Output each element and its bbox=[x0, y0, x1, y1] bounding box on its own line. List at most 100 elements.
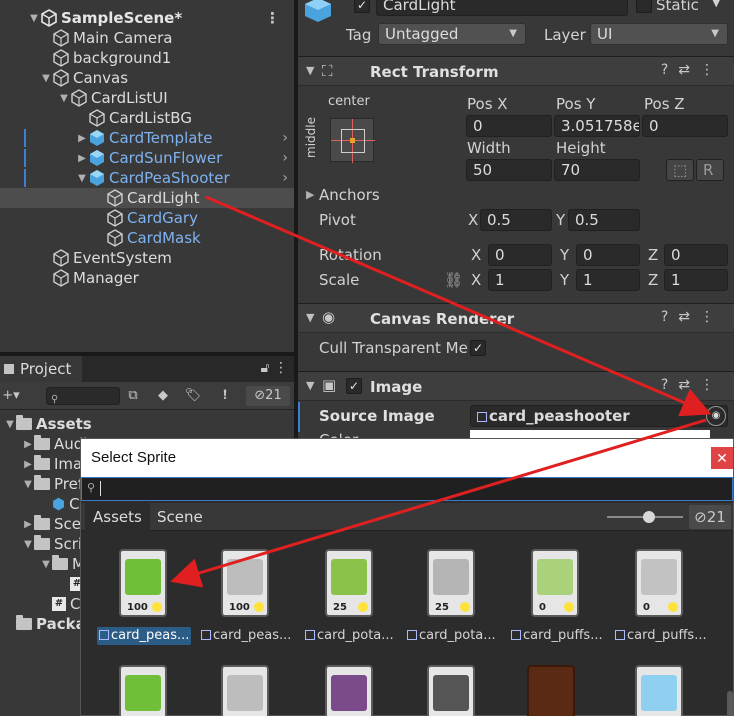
fold-arrow-icon[interactable]: ▶ bbox=[22, 459, 34, 470]
fold-arrow-icon[interactable]: ▼ bbox=[306, 64, 314, 77]
add-button[interactable]: +▾ bbox=[0, 386, 22, 406]
fold-arrow-icon[interactable]: ▼ bbox=[22, 479, 34, 490]
sprite-search-input[interactable]: ⚲ bbox=[81, 477, 733, 501]
pos-y-field[interactable]: 3.051758e bbox=[554, 115, 640, 137]
height-field[interactable]: 70 bbox=[554, 159, 640, 181]
lock-icon[interactable]: 🔓︎ ⋮ bbox=[260, 360, 288, 376]
tab-scene[interactable]: Scene bbox=[149, 503, 211, 531]
sprite-card[interactable] bbox=[221, 665, 269, 716]
hierarchy-item[interactable]: CardMask bbox=[0, 228, 294, 248]
pivot-y-field[interactable]: 0.5 bbox=[568, 209, 640, 231]
tab-project[interactable]: Project bbox=[0, 356, 82, 382]
label-filter-icon[interactable]: 🏷︎ bbox=[182, 386, 204, 406]
chevron-right-icon[interactable]: › bbox=[282, 170, 288, 186]
pivot-x-field[interactable]: 0.5 bbox=[480, 209, 552, 231]
fold-arrow-icon[interactable]: ▼ bbox=[40, 559, 52, 570]
close-icon[interactable]: ✕ bbox=[711, 447, 733, 469]
anchor-presets-button[interactable] bbox=[330, 118, 375, 163]
fold-arrow-icon[interactable]: ▶ bbox=[76, 133, 88, 144]
cull-transparent-checkbox[interactable]: ✓ bbox=[470, 340, 486, 356]
chevron-right-icon[interactable]: › bbox=[282, 150, 288, 166]
anchors-label[interactable]: Anchors bbox=[319, 186, 380, 204]
scale-y-field[interactable]: 1 bbox=[576, 269, 640, 291]
hierarchy-item[interactable]: Main Camera bbox=[0, 28, 294, 48]
pos-x-field[interactable]: 0 bbox=[466, 115, 552, 137]
raw-edit-button[interactable]: R bbox=[696, 159, 724, 181]
blueprint-mode-button[interactable]: ⬚ bbox=[666, 159, 694, 181]
project-search-input[interactable]: ⚲ bbox=[46, 387, 120, 405]
fold-arrow-icon[interactable]: ▶ bbox=[22, 519, 34, 530]
fold-arrow-icon[interactable]: ▼ bbox=[40, 73, 52, 84]
component-menu-icons[interactable]: ?⇄⋮ bbox=[661, 62, 724, 78]
hierarchy-item[interactable]: ▶ CardTemplate › bbox=[0, 128, 294, 148]
layer-dropdown[interactable]: UI ▼ bbox=[590, 23, 728, 45]
type-filter-icon[interactable]: ◆ bbox=[152, 386, 174, 406]
tag-dropdown[interactable]: Untagged ▼ bbox=[378, 23, 526, 45]
scroll-thumb[interactable] bbox=[727, 691, 733, 716]
sprite-card[interactable]: 100 bbox=[119, 549, 167, 617]
fold-arrow-icon[interactable]: ▶ bbox=[306, 188, 314, 201]
image-component-header[interactable]: ▼ ▣ ✓ Image ?⇄⋮ bbox=[298, 371, 734, 401]
width-field[interactable]: 50 bbox=[466, 159, 552, 181]
rotation-y-field[interactable]: 0 bbox=[576, 244, 640, 266]
sprite-label[interactable]: card_peas... bbox=[97, 627, 192, 645]
sprite-card[interactable] bbox=[119, 665, 167, 716]
sprite-card[interactable]: 25 bbox=[427, 549, 475, 617]
static-dropdown-arrow-icon[interactable]: ▼ bbox=[712, 0, 720, 9]
warning-icon[interactable]: ❗︎ bbox=[214, 386, 236, 406]
slider-knob[interactable] bbox=[642, 511, 655, 523]
sprite-card[interactable]: 0 bbox=[531, 549, 579, 617]
hierarchy-item[interactable]: background1 bbox=[0, 48, 294, 68]
fold-arrow-icon[interactable]: ▼ bbox=[4, 419, 16, 430]
sprite-label[interactable]: card_puffs... bbox=[509, 627, 605, 645]
rect-transform-header[interactable]: ▼ ⛶ Rect Transform ?⇄⋮ bbox=[298, 56, 734, 86]
hidden-packages-button[interactable]: ⊘21 bbox=[689, 505, 731, 529]
sprite-scrollbar[interactable] bbox=[727, 531, 733, 716]
source-image-field[interactable]: card_peashooter bbox=[470, 405, 728, 427]
active-checkbox[interactable]: ✓ bbox=[354, 0, 370, 13]
sprite-card[interactable]: 25 bbox=[325, 549, 373, 617]
canvas-renderer-header[interactable]: ▼ ◉ Canvas Renderer ?⇄⋮ bbox=[298, 303, 734, 333]
hierarchy-item[interactable]: ▼ CardListUI bbox=[0, 88, 294, 108]
fold-arrow-icon[interactable]: ▶ bbox=[76, 153, 88, 164]
sprite-label[interactable]: card_peas... bbox=[199, 627, 293, 645]
pos-z-field[interactable]: 0 bbox=[642, 115, 728, 137]
hidden-packages-button[interactable]: ⊘21 bbox=[246, 386, 290, 406]
icon-size-slider[interactable] bbox=[607, 511, 683, 523]
fold-arrow-icon[interactable]: ▼ bbox=[28, 13, 40, 24]
hierarchy-item[interactable]: EventSystem bbox=[0, 248, 294, 268]
rotation-x-field[interactable]: 0 bbox=[488, 244, 552, 266]
component-menu-icons[interactable]: ?⇄⋮ bbox=[661, 309, 724, 325]
sprite-card[interactable] bbox=[427, 665, 475, 716]
sprite-card[interactable] bbox=[325, 665, 373, 716]
fold-arrow-icon[interactable]: ▼ bbox=[306, 379, 314, 392]
chevron-right-icon[interactable]: › bbox=[282, 130, 288, 146]
hierarchy-item[interactable]: ▶ CardSunFlower › bbox=[0, 148, 294, 168]
sprite-card[interactable]: 100 bbox=[221, 549, 269, 617]
hierarchy-item[interactable]: CardGary bbox=[0, 208, 294, 228]
sprite-card[interactable] bbox=[635, 665, 683, 716]
fold-arrow-icon[interactable]: ▶ bbox=[22, 439, 34, 450]
object-name-field[interactable]: CardLight bbox=[376, 0, 628, 16]
object-picker-icon[interactable]: ◉ bbox=[706, 406, 726, 426]
sprite-card[interactable] bbox=[527, 665, 575, 716]
component-menu-icons[interactable]: ?⇄⋮ bbox=[661, 377, 724, 393]
fold-arrow-icon[interactable]: ▼ bbox=[306, 311, 314, 324]
hierarchy-item[interactable]: ▼ Canvas bbox=[0, 68, 294, 88]
scale-x-field[interactable]: 1 bbox=[488, 269, 552, 291]
scale-z-field[interactable]: 1 bbox=[664, 269, 728, 291]
sprite-label[interactable]: card_pota... bbox=[303, 627, 396, 645]
fold-arrow-icon[interactable]: ▼ bbox=[22, 539, 34, 550]
project-tree-item[interactable]: ▼ Assets bbox=[4, 414, 92, 434]
tab-assets[interactable]: Assets bbox=[85, 503, 150, 531]
hierarchy-item[interactable]: Manager bbox=[0, 268, 294, 288]
fold-arrow-icon[interactable]: ▼ bbox=[58, 93, 70, 104]
sprite-label[interactable]: card_pota... bbox=[405, 627, 498, 645]
kebab-menu-icon[interactable]: ⋮ bbox=[265, 9, 280, 27]
sprite-card[interactable]: 0 bbox=[635, 549, 683, 617]
fold-arrow-icon[interactable]: ▼ bbox=[76, 173, 88, 184]
hierarchy-item[interactable]: CardListBG bbox=[0, 108, 294, 128]
sprite-label[interactable]: card_puffs... bbox=[613, 627, 709, 645]
link-scale-icon[interactable]: ⛓︎ bbox=[444, 271, 463, 289]
search-filter-icon[interactable]: ⧉ bbox=[122, 386, 144, 406]
